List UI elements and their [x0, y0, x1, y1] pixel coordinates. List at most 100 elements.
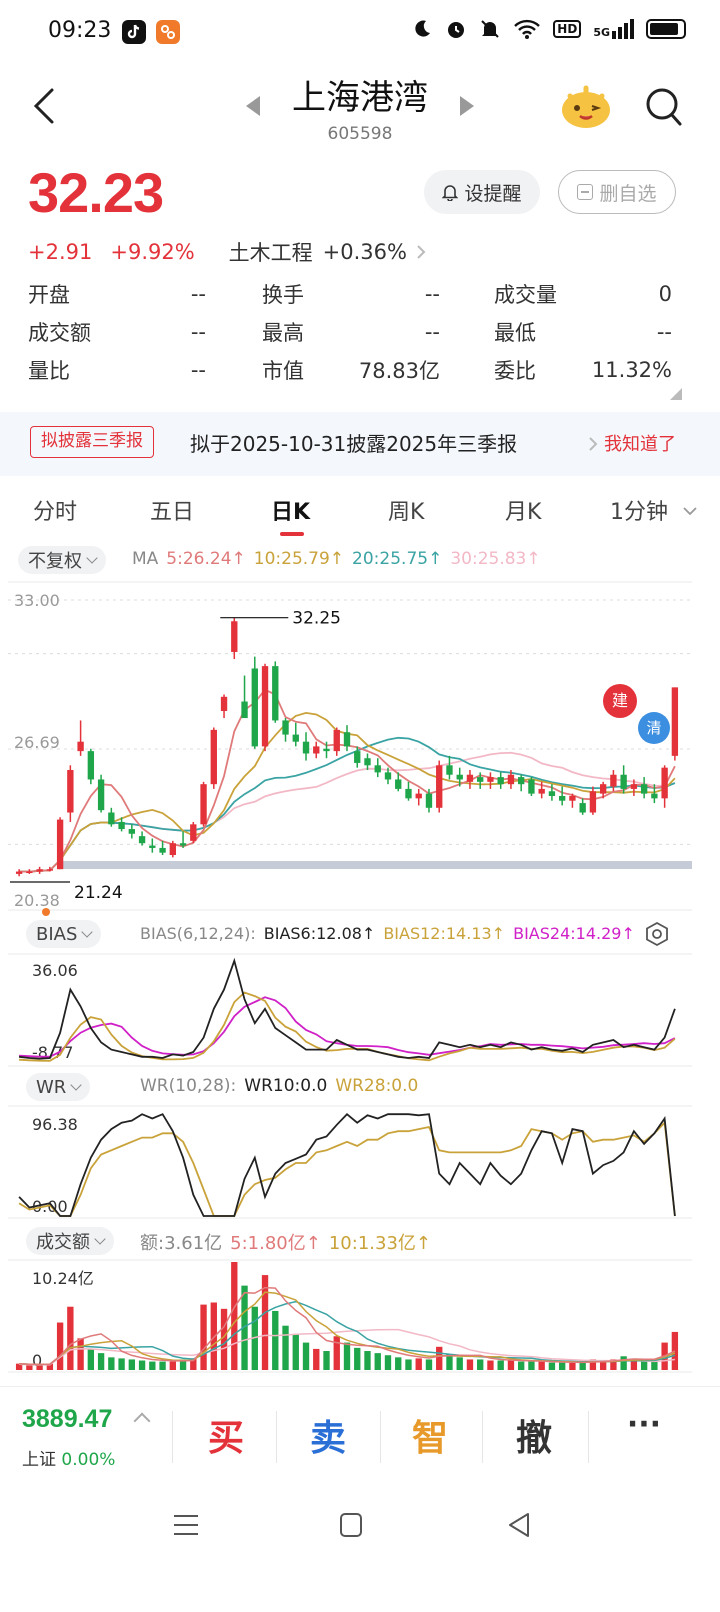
sell-button[interactable]: 卖	[278, 1409, 378, 1461]
candle-body	[200, 784, 207, 825]
low-marker-label: 21.24	[74, 883, 123, 903]
status-time: 09:23	[48, 18, 112, 43]
candle-body	[15, 871, 23, 874]
wr-dropdown[interactable]: WR	[26, 1073, 91, 1101]
tiktok-app-icon	[122, 20, 146, 44]
sector-change-pct[interactable]: +0.36%	[323, 240, 407, 264]
bid-ratio-value: 11.32%	[591, 358, 672, 382]
candle-body	[630, 784, 638, 789]
index-name: 上证	[22, 1450, 56, 1470]
chevron-down-icon	[94, 1233, 106, 1245]
remove-watchlist-label: 删自选	[599, 182, 657, 205]
volume-indicator-label: 成交额	[36, 1232, 90, 1253]
search-icon[interactable]	[645, 86, 683, 128]
stock-code: 605598	[327, 124, 393, 144]
candle-body	[671, 687, 679, 756]
candle-body	[220, 696, 228, 711]
adjust-dropdown[interactable]: 不复权	[18, 546, 106, 574]
volume-bar	[466, 1359, 474, 1370]
candle-body	[159, 847, 166, 853]
volume-ratio-label: 量比	[28, 359, 70, 383]
tab-one-minute[interactable]: 1分钟	[610, 494, 668, 526]
bias-params: BIAS(6,12,24):	[140, 924, 256, 943]
sector-name[interactable]: 土木工程	[229, 237, 313, 267]
volume-bar	[302, 1342, 310, 1370]
volume-bar	[313, 1348, 320, 1370]
candle-body	[36, 869, 43, 872]
set-alert-label: 设提醒	[464, 182, 522, 205]
expand-corner-icon[interactable]	[670, 388, 682, 400]
menu-icon[interactable]	[172, 1512, 200, 1538]
price-axis-mid: 26.69	[14, 733, 60, 752]
chevron-down-icon	[86, 552, 98, 564]
volume-bar	[159, 1361, 166, 1370]
stock-name: 上海港湾	[292, 78, 428, 118]
chevron-down-icon[interactable]	[682, 506, 698, 516]
clear-position-flag[interactable]: 清	[638, 712, 670, 744]
ma20-line	[19, 736, 676, 873]
bias-axis-top: 36.06	[32, 961, 78, 980]
buy-button[interactable]: 买	[176, 1409, 276, 1461]
chevron-down-icon	[70, 1079, 82, 1091]
index-value[interactable]: 3889.47	[22, 1405, 112, 1434]
candle-body	[108, 812, 115, 825]
support-band	[60, 861, 692, 869]
candle-body	[354, 751, 361, 763]
volume-bar	[118, 1358, 125, 1370]
home-icon[interactable]	[338, 1511, 364, 1539]
candle-body	[558, 795, 566, 801]
candle-body	[610, 774, 617, 787]
report-tag: 拟披露三季报	[30, 426, 154, 458]
bias-dropdown[interactable]: BIAS	[26, 920, 102, 948]
volume-amount-value: 额:3.61亿	[140, 1233, 223, 1254]
bias24-line	[19, 996, 676, 1058]
more-button[interactable]: ···	[594, 1407, 694, 1442]
bias-label: BIAS	[36, 923, 78, 945]
system-nav-bar	[0, 1486, 720, 1612]
build-position-flag[interactable]: 建	[603, 684, 637, 718]
acknowledge-button[interactable]: 我知道了	[604, 430, 676, 456]
chevron-right-icon[interactable]	[415, 243, 427, 261]
candle-body	[528, 779, 535, 794]
volume-bar	[323, 1351, 330, 1370]
chevron-up-icon[interactable]	[133, 1412, 151, 1430]
candle-body	[77, 741, 84, 752]
candle-body	[261, 666, 269, 747]
volume-bar	[282, 1325, 289, 1370]
tab-weekly-k[interactable]: 周K	[388, 494, 424, 526]
turnover-label: 换手	[262, 283, 304, 307]
smart-button[interactable]: 智	[380, 1409, 480, 1461]
candle-body	[97, 779, 105, 811]
remove-watchlist-button[interactable]: 删自选	[558, 170, 676, 214]
volume-bar	[620, 1356, 627, 1370]
tab-daily-k[interactable]: 日K	[271, 494, 310, 526]
volume-bar	[425, 1359, 433, 1370]
volume-bar	[169, 1361, 176, 1370]
volume-dropdown[interactable]: 成交额	[26, 1227, 114, 1255]
candle-body	[333, 729, 340, 752]
candle-body	[599, 784, 607, 794]
report-message: 拟于2025-10-31披露2025年三季报	[190, 432, 518, 456]
volume-bar	[436, 1346, 443, 1370]
tab-monthly-k[interactable]: 月K	[505, 494, 541, 526]
set-alert-button[interactable]: 设提醒	[424, 170, 540, 214]
candle-body	[405, 788, 412, 799]
back-nav-icon[interactable]	[506, 1511, 532, 1539]
volume-bar	[579, 1362, 586, 1370]
volume-bar	[487, 1360, 494, 1370]
candle-body	[507, 774, 515, 785]
cancel-order-button[interactable]: 撤	[484, 1409, 584, 1461]
candle-body	[343, 732, 351, 747]
tab-intraday[interactable]: 分时	[33, 494, 77, 526]
volume-bar	[149, 1361, 156, 1370]
next-stock-arrow-icon[interactable]	[460, 96, 474, 116]
candle-body	[384, 772, 392, 780]
mascot-icon[interactable]	[560, 84, 612, 130]
battery-icon	[646, 19, 686, 39]
shopping-app-icon	[156, 20, 180, 44]
tab-five-day[interactable]: 五日	[150, 494, 194, 526]
settings-hexagon-icon[interactable]	[644, 921, 670, 947]
wr-label: WR	[36, 1076, 67, 1098]
candle-body	[169, 843, 176, 856]
volume-bar	[528, 1361, 535, 1370]
